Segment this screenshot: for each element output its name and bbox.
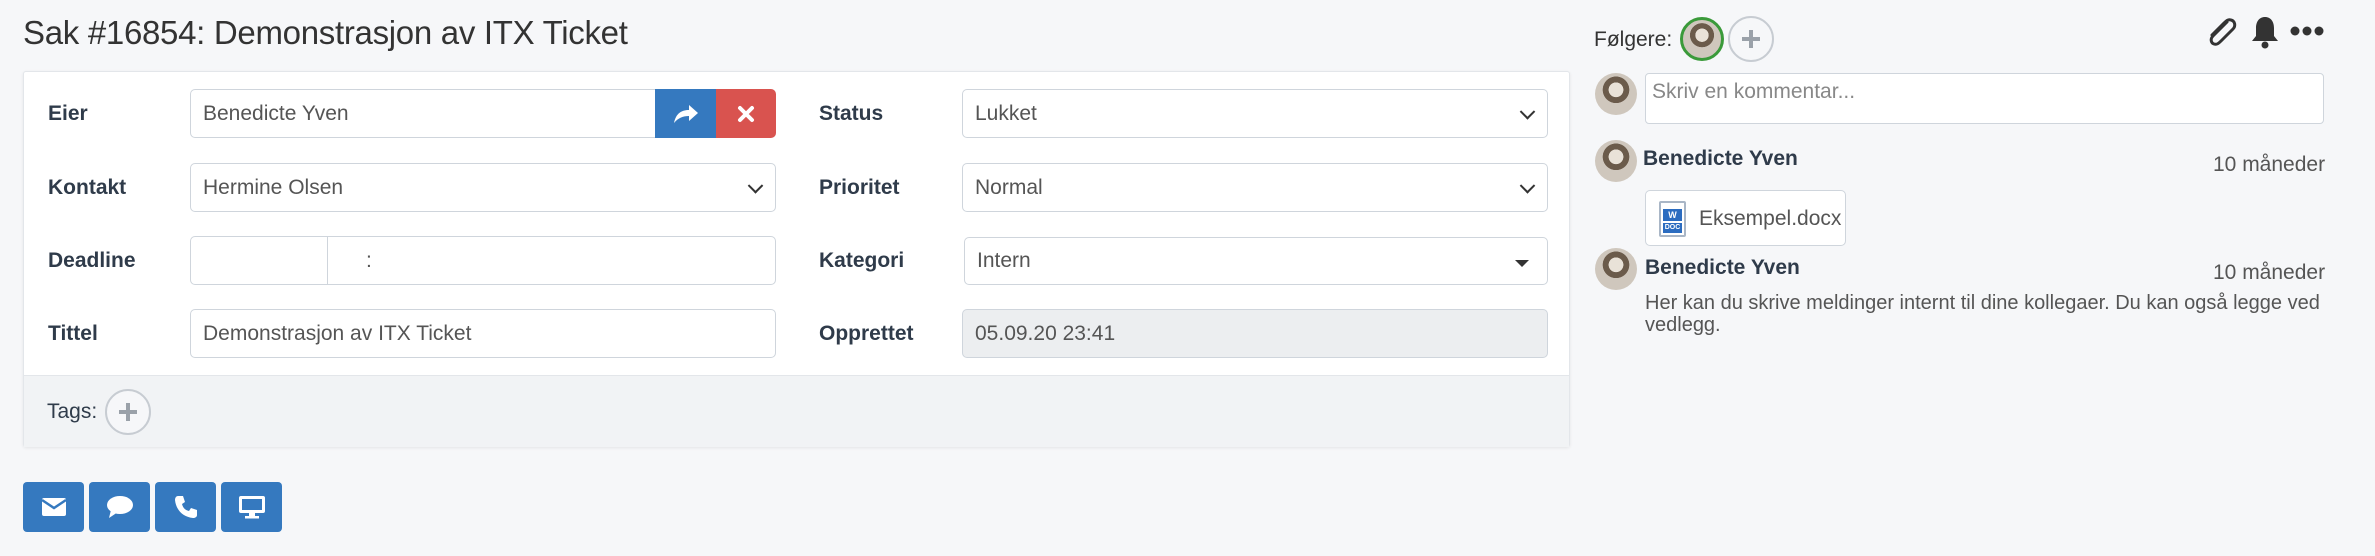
deadline-date-input[interactable] [190, 236, 328, 285]
priority-value: Normal [975, 175, 1043, 199]
title-input[interactable]: Demonstrasjon av ITX Ticket [190, 309, 776, 358]
created-label: Opprettet [819, 322, 914, 345]
owner-label: Eier [48, 102, 88, 125]
monitor-icon [238, 496, 265, 519]
priority-label: Prioritet [819, 176, 900, 199]
owner-value: Benedicte Yven [203, 101, 349, 125]
ellipsis-icon[interactable] [2290, 24, 2324, 38]
word-w-glyph: W [1663, 209, 1682, 221]
chevron-down-icon [1519, 103, 1536, 120]
attachment-item[interactable]: W DOC Eksempel.docx [1645, 190, 1846, 246]
follower-avatar[interactable] [1680, 17, 1724, 61]
comment-placeholder: Skriv en kommentar... [1652, 80, 1856, 103]
deadline-label: Deadline [48, 249, 136, 272]
remote-desktop-button[interactable] [221, 482, 282, 532]
priority-select[interactable]: Normal [962, 163, 1548, 212]
tags-bar: Tags: [24, 375, 1569, 447]
plus-icon-stroke [126, 403, 130, 421]
activity-avatar [1595, 248, 1637, 290]
call-button[interactable] [155, 482, 216, 532]
owner-field[interactable]: Benedicte Yven [190, 89, 656, 138]
paperclip-icon[interactable] [2203, 14, 2239, 50]
activity-avatar [1595, 140, 1637, 182]
add-follower-button[interactable] [1728, 16, 1774, 62]
phone-icon [174, 496, 197, 518]
activity-message: Her kan du skrive meldinger internt til … [1645, 292, 2320, 336]
ticket-form-panel: Eier Benedicte Yven Status Lukket Kontak… [23, 71, 1570, 447]
deadline-time-input[interactable]: : [327, 236, 776, 285]
page-title: Sak #16854: Demonstrasjon av ITX Ticket [23, 14, 628, 51]
speech-bubble-icon [106, 496, 133, 518]
chat-button[interactable] [89, 482, 150, 532]
comment-input[interactable]: Skriv en kommentar... [1645, 73, 2324, 124]
envelope-icon [40, 498, 67, 516]
category-select[interactable]: Intern [964, 237, 1548, 285]
attachment-name: Eksempel.docx [1699, 207, 1842, 230]
add-tag-button[interactable] [105, 389, 151, 435]
share-arrow-icon [673, 104, 698, 123]
category-label: Kategori [819, 249, 905, 272]
clear-owner-button[interactable] [716, 89, 776, 138]
title-value: Demonstrasjon av ITX Ticket [203, 321, 472, 345]
created-value: 05.09.20 23:41 [975, 321, 1116, 345]
chevron-down-icon [1519, 177, 1536, 194]
activity-time: 10 måneder [2213, 153, 2326, 176]
status-select[interactable]: Lukket [962, 89, 1548, 138]
current-user-avatar [1595, 73, 1637, 115]
time-separator: : [366, 248, 372, 272]
activity-time: 10 måneder [2213, 261, 2326, 284]
bell-icon[interactable] [2249, 14, 2281, 50]
activity-author[interactable]: Benedicte Yven [1645, 256, 1800, 280]
followers-label: Følgere: [1594, 28, 1673, 51]
contact-value: Hermine Olsen [203, 175, 344, 199]
chevron-down-icon [747, 177, 764, 194]
status-value: Lukket [975, 101, 1037, 125]
caret-down-icon [1515, 260, 1529, 267]
contact-select[interactable]: Hermine Olsen [190, 163, 776, 212]
close-icon [738, 105, 754, 122]
word-document-icon: W DOC [1659, 201, 1686, 237]
title-label: Tittel [48, 322, 98, 345]
activity-author[interactable]: Benedicte Yven [1643, 147, 1798, 171]
email-button[interactable] [23, 482, 84, 532]
contact-label: Kontakt [48, 176, 127, 199]
reassign-button[interactable] [655, 89, 716, 138]
status-label: Status [819, 102, 884, 125]
plus-icon-stroke [1749, 30, 1753, 48]
created-field: 05.09.20 23:41 [962, 309, 1548, 358]
word-doc-glyph: DOC [1663, 223, 1682, 233]
category-value: Intern [977, 249, 1031, 272]
tags-label: Tags: [47, 400, 98, 423]
